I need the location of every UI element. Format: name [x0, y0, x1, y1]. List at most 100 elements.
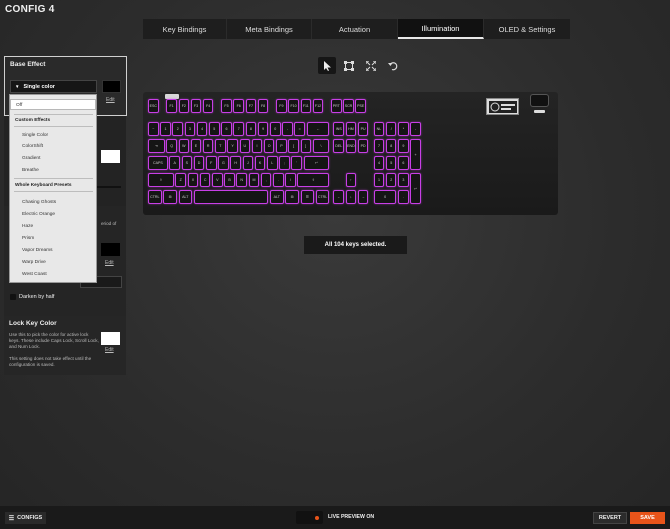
keyboard-key[interactable]: E — [190, 139, 202, 153]
keyboard-key[interactable]: W — [178, 139, 190, 153]
dropdown-item-breathe[interactable]: Breathe — [10, 165, 96, 176]
keyboard-key[interactable]: 7 — [233, 122, 244, 136]
keyboard-key[interactable]: → — [357, 190, 369, 204]
color-swatch-black[interactable] — [101, 243, 120, 256]
save-button[interactable]: SAVE — [630, 512, 665, 524]
keyboard-key[interactable]: H — [230, 156, 241, 170]
keyboard-key[interactable]: L — [266, 156, 278, 170]
keyboard-key[interactable]: F4 — [202, 99, 214, 113]
tab-key-bindings[interactable]: Key Bindings — [143, 19, 227, 39]
keyboard-key[interactable]: T — [215, 139, 226, 153]
keyboard-key[interactable]: V — [212, 173, 223, 187]
revert-button[interactable]: REVERT — [593, 512, 627, 524]
keyboard-key[interactable]: F5 — [221, 99, 232, 113]
keyboard-key[interactable]: O — [263, 139, 275, 153]
keyboard-key[interactable]: ↓ — [345, 190, 357, 204]
base-effect-edit-link[interactable]: Edit — [106, 97, 115, 103]
base-effect-color-swatch[interactable] — [102, 80, 121, 93]
keyboard-key[interactable]: ~ — [148, 122, 159, 136]
keyboard-key[interactable]: I — [251, 139, 263, 153]
keyboard-key[interactable]: 1 — [373, 173, 385, 187]
keyboard-key[interactable]: B — [224, 173, 235, 187]
keyboard-key[interactable]: ⊞ — [285, 190, 299, 204]
keyboard-key[interactable]: [ — [288, 139, 299, 153]
keyboard-key[interactable]: + — [410, 139, 421, 170]
keyboard-key[interactable]: 1 — [160, 122, 171, 136]
keyboard-key[interactable]: F10 — [288, 99, 299, 113]
keyboard-key[interactable]: ] — [300, 139, 312, 153]
darken-checkbox[interactable] — [10, 294, 16, 300]
color-swatch-white[interactable] — [101, 150, 120, 163]
keyboard-key[interactable]: F3 — [190, 99, 202, 113]
keyboard-key[interactable]: 9 — [257, 122, 269, 136]
tab-illumination[interactable]: Illumination — [398, 19, 484, 39]
keyboard-key[interactable]: = — [294, 122, 305, 136]
keyboard-key[interactable]: Y — [227, 139, 238, 153]
dropdown-item-electric-orange[interactable]: Electric Orange — [10, 209, 96, 220]
keyboard-key[interactable]: DEL — [333, 139, 345, 153]
keyboard-key[interactable]: 8 — [245, 122, 257, 136]
keyboard-key[interactable]: Z — [175, 173, 187, 187]
media-dial[interactable] — [530, 94, 549, 107]
keyboard-key[interactable]: END — [345, 139, 357, 153]
keyboard-key[interactable]: INS — [333, 122, 345, 136]
keyboard-key[interactable]: ; — [279, 156, 290, 170]
keyboard-key[interactable]: 2 — [385, 173, 397, 187]
dropdown-item-gradient[interactable]: Gradient — [10, 153, 96, 164]
dropdown-item-prism[interactable]: Prism — [10, 233, 96, 244]
keyboard-key[interactable]: SCR — [343, 99, 354, 113]
live-preview-toggle[interactable] — [296, 511, 323, 524]
dropdown-item-off[interactable]: Off — [10, 99, 96, 110]
keyboard-key[interactable]: 3 — [184, 122, 196, 136]
keyboard-key[interactable]: 2 — [172, 122, 183, 136]
dropdown-item-single-color[interactable]: Single Color — [10, 130, 96, 141]
keyboard-key[interactable]: D — [193, 156, 205, 170]
keyboard-key[interactable]: . — [273, 173, 284, 187]
keyboard-key[interactable]: F — [205, 156, 217, 170]
keyboard-key[interactable]: F7 — [245, 99, 257, 113]
keyboard-key[interactable]: ⇧ — [148, 173, 174, 187]
keyboard-key[interactable]: NL — [373, 122, 385, 136]
keyboard-key[interactable]: CTRL — [148, 190, 162, 204]
keyboard-key[interactable]: ESC — [148, 99, 159, 113]
keyboard-key[interactable]: \ — [312, 139, 330, 153]
keyboard-key[interactable]: F6 — [233, 99, 244, 113]
keyboard-key[interactable]: F12 — [312, 99, 324, 113]
expand-tool-button[interactable] — [362, 57, 380, 74]
tab-actuation[interactable]: Actuation — [312, 19, 398, 39]
lock-key-color-swatch[interactable] — [101, 332, 120, 345]
keyboard-key[interactable]: C — [199, 173, 211, 187]
keyboard-key[interactable]: P — [276, 139, 287, 153]
keyboard-key[interactable]: PU — [357, 122, 369, 136]
dropdown-item-vapor-dreams[interactable]: Vapor Dreams — [10, 245, 96, 256]
tab-oled-settings[interactable]: OLED & Settings — [484, 19, 570, 39]
keyboard-key[interactable]: 3 — [398, 173, 409, 187]
dropdown-item-colorshift[interactable]: ColorShift — [10, 141, 96, 152]
tab-meta-bindings[interactable]: Meta Bindings — [227, 19, 312, 39]
dropdown-item-warp-drive[interactable]: Warp Drive — [10, 257, 96, 268]
keyboard-key[interactable]: ' — [291, 156, 302, 170]
keyboard-key[interactable]: R — [202, 139, 214, 153]
keyboard-key[interactable]: F1 — [166, 99, 177, 113]
keyboard-key[interactable] — [193, 190, 269, 204]
keyboard-key[interactable]: PD — [357, 139, 369, 153]
keyboard-key[interactable]: J — [242, 156, 254, 170]
keyboard-key[interactable]: N — [236, 173, 248, 187]
keyboard-key[interactable]: CAPS — [148, 156, 168, 170]
keyboard-key[interactable]: ⇥ — [148, 139, 165, 153]
keyboard-key[interactable]: ← — [333, 190, 345, 204]
keyboard-key[interactable]: / — [385, 122, 397, 136]
keyboard-key[interactable]: F8 — [257, 99, 269, 113]
dropdown-item-west-coast[interactable]: West Coast — [10, 269, 96, 280]
keyboard-key[interactable]: A — [169, 156, 180, 170]
keyboard-key[interactable]: . — [398, 190, 409, 204]
keyboard-key[interactable]: - — [410, 122, 421, 136]
keyboard-key[interactable]: 4 — [373, 156, 385, 170]
media-button[interactable] — [534, 110, 545, 113]
keyboard-key[interactable]: ↵ — [410, 173, 421, 204]
keyboard-key[interactable]: 4 — [196, 122, 208, 136]
keyboard-key[interactable]: ☰ — [300, 190, 315, 204]
keyboard-key[interactable]: K — [254, 156, 266, 170]
edit-link[interactable]: Edit — [105, 260, 114, 266]
marquee-tool-button[interactable] — [340, 57, 358, 74]
